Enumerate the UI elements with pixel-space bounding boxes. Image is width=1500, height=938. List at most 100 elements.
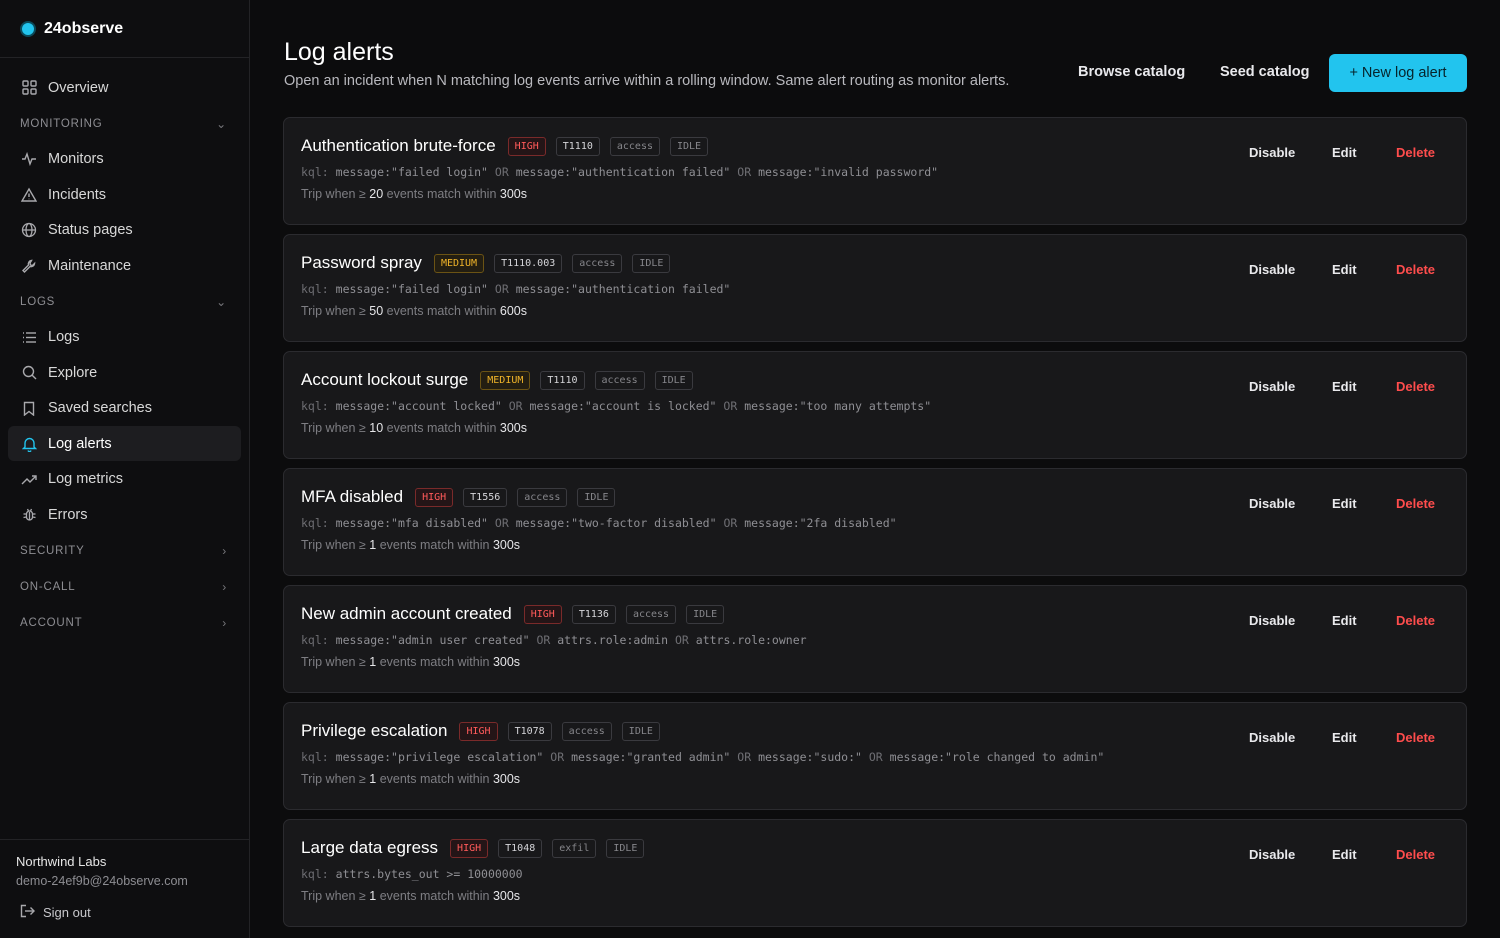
sign-out-button[interactable]: Sign out: [16, 904, 233, 921]
edit-button[interactable]: Edit: [1332, 145, 1357, 160]
section-on-call[interactable]: ON-CALL ›: [8, 569, 241, 605]
sidebar-item-incidents[interactable]: Incidents: [8, 177, 241, 212]
technique-badge: T1110: [540, 370, 585, 390]
edit-button[interactable]: Edit: [1332, 730, 1357, 745]
severity-badge: HIGH: [507, 136, 546, 156]
sidebar-item-explore[interactable]: Explore: [8, 355, 241, 390]
disable-button[interactable]: Disable: [1249, 496, 1295, 511]
alert-query: kql: message:"failed login" OR message:"…: [301, 165, 938, 179]
delete-button[interactable]: Delete: [1396, 262, 1435, 277]
sidebar-item-logs[interactable]: Logs: [8, 320, 241, 355]
delete-button[interactable]: Delete: [1396, 613, 1435, 628]
trip-prefix: Trip when ≥: [301, 304, 366, 318]
sidebar-item-log-alerts[interactable]: Log alerts: [8, 426, 241, 461]
disable-button[interactable]: Disable: [1249, 145, 1295, 160]
sidebar-item-errors[interactable]: Errors: [8, 497, 241, 532]
kql-token: OR: [737, 165, 752, 179]
severity-badge: HIGH: [523, 604, 562, 624]
trip-threshold: 10: [369, 421, 384, 435]
sidebar-item-label: Overview: [48, 79, 109, 96]
kql-token: message:"mfa disabled": [335, 516, 488, 530]
sidebar-item-saved-searches[interactable]: Saved searches: [8, 391, 241, 426]
edit-button[interactable]: Edit: [1332, 613, 1357, 628]
section-account[interactable]: ACCOUNT ›: [8, 605, 241, 641]
disable-button[interactable]: Disable: [1249, 262, 1295, 277]
delete-button[interactable]: Delete: [1396, 730, 1435, 745]
state-badge: IDLE: [654, 370, 693, 390]
category-badge: access: [561, 721, 612, 741]
brand[interactable]: 24observe: [0, 0, 249, 58]
browse-catalog-button[interactable]: Browse catalog: [1078, 64, 1185, 80]
severity-badge: MEDIUM: [433, 253, 485, 273]
edit-button[interactable]: Edit: [1332, 262, 1357, 277]
alert-trip-condition: Trip when ≥ 10 events match within 300s: [301, 421, 527, 435]
kql-token: OR: [494, 282, 509, 296]
sidebar-item-maintenance[interactable]: Maintenance: [8, 248, 241, 283]
edit-button[interactable]: Edit: [1332, 379, 1357, 394]
seed-catalog-button[interactable]: Seed catalog: [1220, 64, 1309, 80]
trip-prefix: Trip when ≥: [301, 889, 366, 903]
alert-card[interactable]: Account lockout surge MEDIUM T1110 acces…: [283, 351, 1467, 459]
sidebar-item-monitors[interactable]: Monitors: [8, 142, 241, 177]
kql-token: message:"authentication failed": [515, 282, 731, 296]
delete-button[interactable]: Delete: [1396, 379, 1435, 394]
trip-window: 600s: [499, 304, 528, 318]
state-badge: IDLE: [577, 487, 616, 507]
alert-card[interactable]: Large data egress HIGH T1048 exfil IDLE …: [283, 819, 1467, 927]
disable-button[interactable]: Disable: [1249, 847, 1295, 862]
kql-token: OR: [550, 750, 565, 764]
list-icon: [20, 328, 38, 346]
delete-button[interactable]: Delete: [1396, 145, 1435, 160]
alert-header: Privilege escalation HIGH T1078 access I…: [301, 721, 670, 741]
user-email: demo-24ef9b@24observe.com: [16, 874, 188, 888]
alert-trip-condition: Trip when ≥ 1 events match within 300s: [301, 538, 520, 552]
alert-trip-condition: Trip when ≥ 50 events match within 600s: [301, 304, 527, 318]
edit-button[interactable]: Edit: [1332, 847, 1357, 862]
sidebar-item-overview[interactable]: Overview: [8, 70, 241, 105]
sidebar-item-log-metrics[interactable]: Log metrics: [8, 462, 241, 497]
section-logs[interactable]: LOGS ⌄: [8, 284, 241, 320]
new-log-alert-button[interactable]: + New log alert: [1329, 54, 1467, 92]
sidebar-item-status-pages[interactable]: Status pages: [8, 213, 241, 248]
kql-prefix: kql:: [301, 516, 329, 530]
trip-prefix: Trip when ≥: [301, 187, 366, 201]
alert-query: kql: message:"failed login" OR message:"…: [301, 282, 730, 296]
alert-card[interactable]: Authentication brute-force HIGH T1110 ac…: [283, 117, 1467, 225]
kql-token: message:"sudo:": [758, 750, 862, 764]
category-badge: access: [517, 487, 568, 507]
edit-button[interactable]: Edit: [1332, 496, 1357, 511]
main-content: Log alerts Open an incident when N match…: [250, 0, 1500, 938]
sidebar-item-label: Errors: [48, 506, 88, 523]
disable-button[interactable]: Disable: [1249, 730, 1295, 745]
section-security[interactable]: SECURITY ›: [8, 533, 241, 569]
alert-trip-condition: Trip when ≥ 1 events match within 300s: [301, 889, 520, 903]
disable-button[interactable]: Disable: [1249, 613, 1295, 628]
category-badge: access: [609, 136, 660, 156]
delete-button[interactable]: Delete: [1396, 496, 1435, 511]
brand-logo-icon: [22, 22, 34, 35]
state-badge: IDLE: [621, 721, 660, 741]
section-monitoring[interactable]: MONITORING ⌄: [8, 106, 241, 142]
kql-token: message:"failed login": [335, 165, 488, 179]
chevron-right-icon: ›: [222, 543, 227, 558]
delete-button[interactable]: Delete: [1396, 847, 1435, 862]
alert-title: Large data egress: [301, 838, 439, 857]
kql-token: OR: [737, 750, 752, 764]
trip-window: 300s: [492, 538, 521, 552]
alert-card[interactable]: Password spray MEDIUM T1110.003 access I…: [283, 234, 1467, 342]
alert-title: Account lockout surge: [301, 370, 469, 389]
state-badge: IDLE: [686, 604, 725, 624]
alert-trip-condition: Trip when ≥ 1 events match within 300s: [301, 772, 520, 786]
alert-card[interactable]: MFA disabled HIGH T1556 access IDLE kql:…: [283, 468, 1467, 576]
severity-badge: HIGH: [415, 487, 454, 507]
trip-mid: events match within: [379, 655, 490, 669]
alert-card[interactable]: Privilege escalation HIGH T1078 access I…: [283, 702, 1467, 810]
disable-button[interactable]: Disable: [1249, 379, 1295, 394]
alert-card[interactable]: New admin account created HIGH T1136 acc…: [283, 585, 1467, 693]
trip-window: 300s: [492, 772, 521, 786]
alert-header: Large data egress HIGH T1048 exfil IDLE: [301, 838, 654, 858]
trip-mid: events match within: [379, 538, 490, 552]
section-title: SECURITY: [20, 544, 85, 557]
trip-threshold: 1: [369, 889, 377, 903]
kql-token: OR: [868, 750, 883, 764]
